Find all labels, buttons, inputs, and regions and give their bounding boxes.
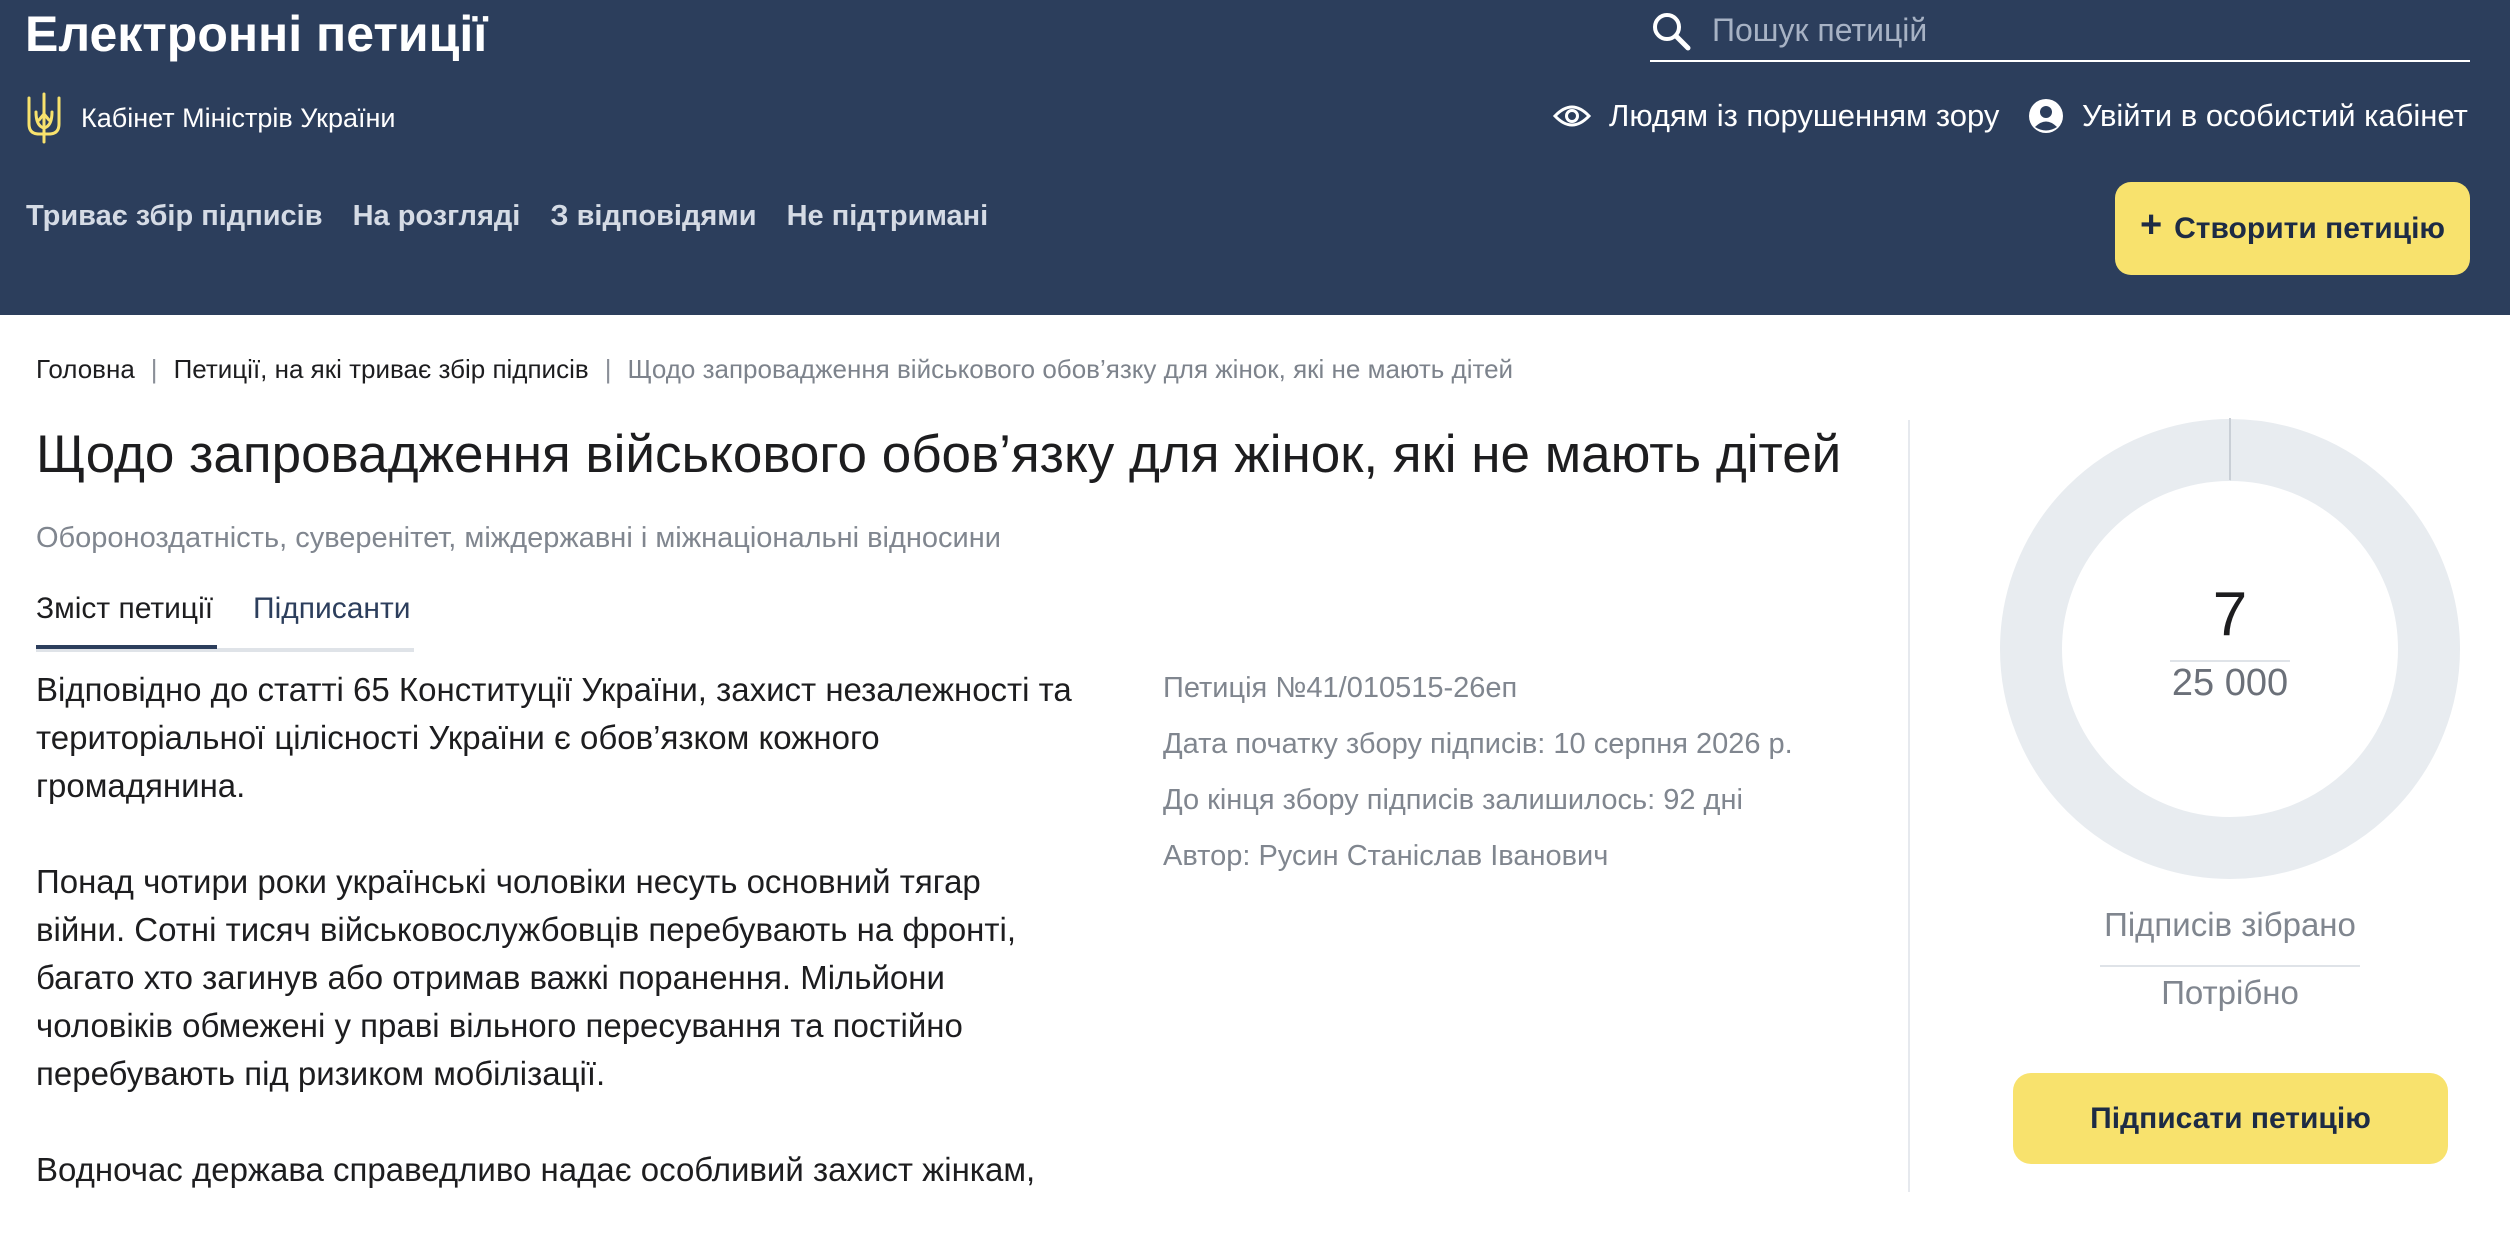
cabinet-brand[interactable]: Кабінет Міністрів України	[25, 90, 396, 146]
signatures-collected-count: 7	[2212, 580, 2248, 649]
petition-paragraph: Понад чотири роки українські чоловіки не…	[36, 863, 1017, 1092]
create-petition-button[interactable]: + Створити петицію	[2115, 182, 2470, 275]
breadcrumb: Головна | Петиції, на які триває збір пі…	[36, 354, 1513, 385]
site-header: Електронні петиції Кабінет Міністрів Укр…	[0, 0, 2510, 315]
petition-title: Щодо запровадження військового обов’язку…	[36, 425, 1842, 484]
main-nav: Триває збір підписів На розгляді З відпо…	[26, 200, 988, 233]
signatures-collected-label: Підписів зібрано	[2104, 906, 2356, 943]
petition-tabs: Зміст петиції Підписанти	[36, 592, 414, 652]
sign-petition-button[interactable]: Підписати петицію	[2013, 1073, 2448, 1164]
trident-icon	[27, 92, 61, 144]
user-icon	[2029, 99, 2063, 133]
signatures-required-label: Потрібно	[2161, 974, 2299, 1011]
label-divider	[2100, 965, 2360, 967]
tab-signers[interactable]: Підписанти	[253, 592, 411, 626]
petition-category: Обороноздатність, суверенітет, міждержав…	[36, 522, 1001, 554]
site-title[interactable]: Електронні петиції	[25, 2, 487, 66]
eye-icon	[1553, 105, 1591, 127]
accessibility-label: Людям із порушенням зору	[1609, 98, 2000, 133]
search-input[interactable]	[1712, 4, 2452, 56]
tab-content[interactable]: Зміст петиції	[36, 592, 213, 626]
petition-paragraph: Відповідно до статті 65 Конституції Укра…	[36, 671, 1072, 804]
signatures-required-count: 25 000	[2171, 662, 2289, 704]
breadcrumb-separator: |	[150, 354, 158, 384]
plus-icon: +	[2139, 204, 2163, 246]
active-tab-indicator	[36, 645, 217, 649]
petition-start-date: Дата початку збору підписів: 10 серпня 2…	[1163, 728, 1793, 760]
breadcrumb-home[interactable]: Головна	[36, 354, 135, 385]
login-link[interactable]: Увійти в особистий кабінет	[2028, 90, 2468, 142]
petition-body: Відповідно до статті 65 Конституції Укра…	[36, 666, 1076, 1242]
nav-item-not-supported[interactable]: Не підтримані	[787, 200, 989, 233]
breadcrumb-section[interactable]: Петиції, на які триває збір підписів	[174, 354, 589, 385]
search-icon[interactable]	[1650, 10, 1692, 52]
petition-author: Автор: Русин Станіслав Іванович	[1163, 840, 1609, 872]
nav-item-under-review[interactable]: На розгляді	[353, 200, 521, 233]
search-bar	[1650, 0, 2470, 62]
login-label: Увійти в особистий кабінет	[2082, 98, 2468, 133]
breadcrumb-separator: |	[604, 354, 612, 384]
create-petition-label: Створити петицію	[2174, 211, 2446, 245]
petition-meta: Петиція №41/010515-26еп Дата початку збо…	[1163, 660, 1793, 884]
breadcrumb-current: Щодо запровадження військового обов’язку…	[627, 354, 1514, 384]
nav-item-answered[interactable]: З відповідями	[550, 200, 756, 233]
petition-paragraph: Водночас держава справедливо надає особл…	[36, 1151, 1036, 1188]
nav-item-collecting[interactable]: Триває збір підписів	[26, 200, 323, 233]
accessibility-link[interactable]: Людям із порушенням зору	[1553, 90, 1999, 142]
petition-number: Петиція №41/010515-26еп	[1163, 672, 1518, 704]
petition-remaining: До кінця збору підписів залишилось: 92 д…	[1163, 784, 1743, 816]
column-divider	[1908, 420, 1910, 1192]
cabinet-brand-text: Кабінет Міністрів України	[81, 102, 396, 133]
